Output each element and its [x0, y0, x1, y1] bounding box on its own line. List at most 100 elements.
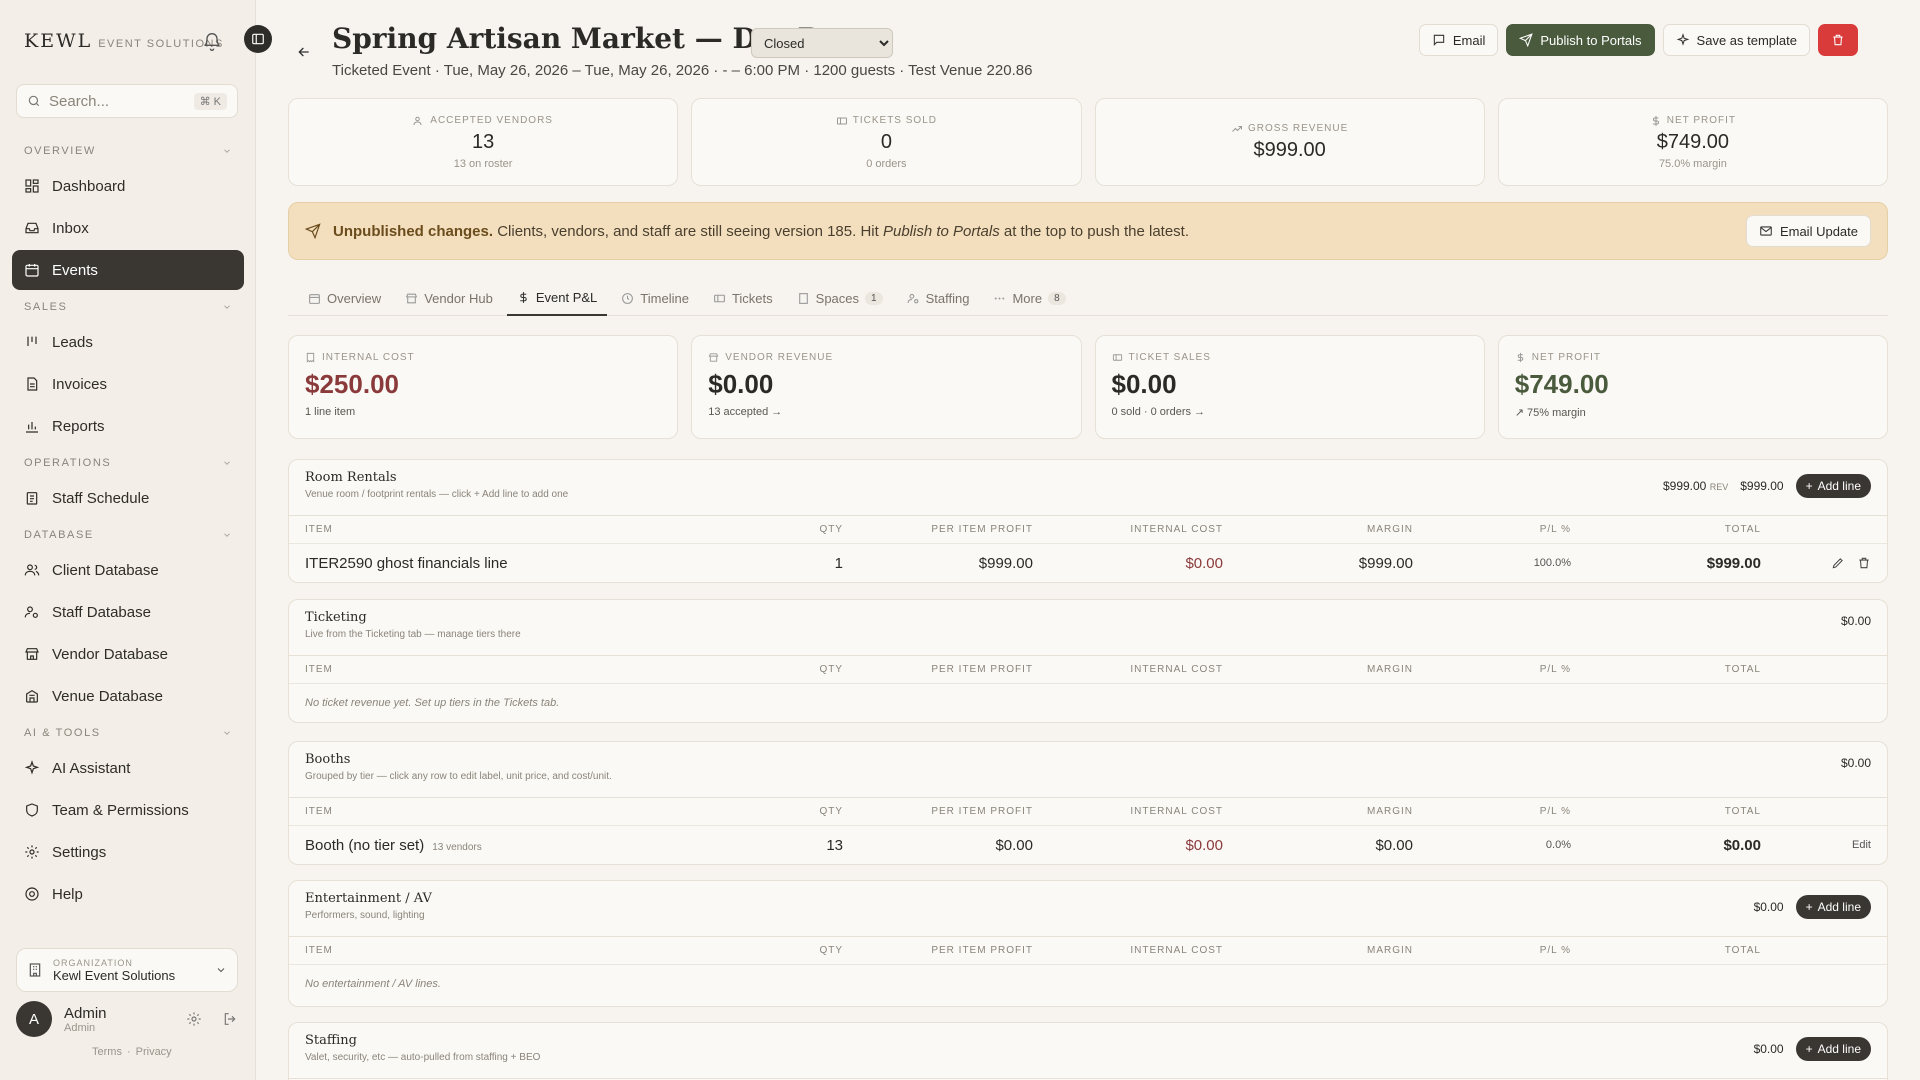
tab-label: Vendor Hub: [424, 290, 493, 306]
email-button[interactable]: Email: [1418, 24, 1499, 56]
save-template-button[interactable]: Save as template: [1662, 24, 1810, 56]
nav-section-overview[interactable]: OVERVIEW: [12, 140, 244, 162]
status-select[interactable]: Closed: [751, 28, 893, 58]
organization-label: ORGANIZATION: [53, 957, 133, 968]
bell-icon[interactable]: [202, 32, 222, 52]
banner-bold: Unpublished changes.: [333, 222, 494, 240]
row-item: Booth (no tier set): [305, 836, 425, 854]
search-box[interactable]: ⌘ K: [16, 84, 238, 118]
fin-ticket-sales: TICKET SALES $0.00 0 sold · 0 orders →: [1094, 335, 1485, 439]
section-total: $0.00: [1840, 614, 1871, 628]
trash-icon[interactable]: [1857, 556, 1871, 570]
delete-button[interactable]: [1818, 24, 1858, 56]
sidebar-item-reports[interactable]: Reports: [12, 406, 244, 446]
edit-link[interactable]: Edit: [1852, 839, 1871, 851]
send-icon: [1519, 33, 1534, 47]
col-per-item-profit: PER ITEM PROFIT: [931, 945, 1033, 956]
tab-more[interactable]: More 8: [983, 280, 1075, 316]
sidebar-item-inbox[interactable]: Inbox: [12, 208, 244, 248]
tab-timeline[interactable]: Timeline: [611, 280, 699, 316]
sidebar-item-settings[interactable]: Settings: [12, 832, 244, 872]
tab-spaces[interactable]: Spaces 1: [787, 280, 893, 316]
sidebar-item-client-database[interactable]: Client Database: [12, 550, 244, 590]
privacy-link[interactable]: Privacy: [136, 1046, 172, 1058]
add-line-button[interactable]: + Add line: [1795, 474, 1871, 498]
table-row[interactable]: ITER2590 ghost financials line 1 $999.00…: [289, 544, 1887, 582]
section-room-rentals: Room Rentals Venue room / footprint rent…: [288, 459, 1888, 583]
sidebar-item-staff-database[interactable]: Staff Database: [12, 592, 244, 632]
fin-vendor-revenue: VENDOR REVENUE $0.00 13 accepted →: [691, 335, 1082, 439]
email-update-button[interactable]: Email Update: [1745, 215, 1871, 247]
section-title: Ticketing: [305, 610, 367, 625]
nav-section-sales[interactable]: SALES: [12, 296, 244, 318]
tab-staffing[interactable]: Staffing: [897, 280, 980, 316]
organization-switcher[interactable]: ORGANIZATION Kewl Event Solutions: [16, 948, 238, 992]
col-internal-cost: INTERNAL COST: [1130, 945, 1223, 956]
kpi-value: 0: [880, 130, 892, 153]
fin-sub: ↗ 75% margin: [1514, 407, 1586, 419]
section-ticketing: Ticketing Live from the Ticketing tab — …: [288, 599, 1888, 723]
empty-state: No ticket revenue yet. Set up tiers in t…: [305, 697, 560, 709]
sidebar-toggle-button[interactable]: [244, 25, 272, 53]
col-item: ITEM: [305, 664, 333, 675]
sidebar-item-label: Help: [52, 885, 83, 903]
tab-event-pl[interactable]: Event P&L: [506, 280, 608, 316]
tab-overview[interactable]: Overview: [298, 280, 391, 316]
panel-icon: [251, 32, 265, 46]
sidebar-item-leads[interactable]: Leads: [12, 322, 244, 362]
add-line-button[interactable]: + Add line: [1795, 1037, 1871, 1061]
table-row[interactable]: Booth (no tier set) 13 vendors 13 $0.00 $…: [289, 826, 1887, 864]
sidebar-item-venue-database[interactable]: Venue Database: [12, 676, 244, 716]
section-title: Booths: [305, 752, 351, 767]
row-margin: $0.00: [1375, 836, 1413, 854]
sidebar-item-help[interactable]: Help: [12, 874, 244, 914]
ticket-sales-link[interactable]: 0 sold · 0 orders →: [1112, 406, 1468, 418]
shield-icon: [24, 802, 40, 818]
row-item: ITER2590 ghost financials line: [305, 554, 508, 572]
add-line-button[interactable]: + Add line: [1795, 895, 1871, 919]
user-cog-icon: [907, 292, 920, 305]
col-item: ITEM: [305, 806, 333, 817]
arrow-left-icon[interactable]: [296, 44, 312, 60]
kpi-value: $999.00: [1253, 138, 1326, 161]
publish-button[interactable]: Publish to Portals: [1506, 24, 1655, 56]
kpi-row: ACCEPTED VENDORS 13 13 on roster TICKETS…: [288, 98, 1888, 186]
legal-links: Terms · Privacy: [92, 1046, 172, 1058]
sidebar-item-dashboard[interactable]: Dashboard: [12, 166, 244, 206]
sidebar-item-events[interactable]: Events: [12, 250, 244, 290]
tab-vendor-hub[interactable]: Vendor Hub: [395, 280, 503, 316]
fin-label: NET PROFIT: [1531, 352, 1602, 363]
sidebar-item-team-permissions[interactable]: Team & Permissions: [12, 790, 244, 830]
section-label: DATABASE: [24, 529, 94, 541]
tab-label: Timeline: [640, 290, 689, 306]
add-line-label: Add line: [1817, 1042, 1861, 1056]
nav-section-operations[interactable]: OPERATIONS: [12, 452, 244, 474]
brand-logo[interactable]: KEWL EVENT SOLUTIONS: [24, 30, 224, 52]
col-internal-cost: INTERNAL COST: [1130, 524, 1223, 535]
sidebar: KEWL EVENT SOLUTIONS ⌘ K OVERVIEW Dashbo…: [0, 0, 256, 1080]
row-internal-cost: $0.00: [1185, 836, 1223, 854]
fin-internal-cost: INTERNAL COST $250.00 1 line item: [288, 335, 679, 439]
vendor-accepted-link[interactable]: 13 accepted →: [708, 406, 1064, 418]
nav-section-database[interactable]: DATABASE: [12, 524, 244, 546]
receipt-icon: [305, 352, 316, 363]
sidebar-item-invoices[interactable]: Invoices: [12, 364, 244, 404]
empty-state: No entertainment / AV lines.: [305, 978, 441, 990]
pencil-icon[interactable]: [1831, 556, 1845, 570]
sidebar-item-ai-assistant[interactable]: AI Assistant: [12, 748, 244, 788]
logout-icon[interactable]: [222, 1011, 238, 1027]
tab-tickets[interactable]: Tickets: [703, 280, 783, 316]
kpi-label: NET PROFIT: [1666, 115, 1736, 126]
financial-summary: INTERNAL COST $250.00 1 line item VENDOR…: [288, 335, 1888, 439]
gear-icon[interactable]: [186, 1011, 202, 1027]
nav-section-ai-tools[interactable]: AI & TOOLS: [12, 722, 244, 744]
section-total: $0.00: [1753, 1042, 1784, 1056]
avatar[interactable]: A: [16, 1001, 52, 1037]
col-pl: P/L %: [1539, 524, 1571, 535]
unpublished-banner: Unpublished changes. Clients, vendors, a…: [288, 202, 1888, 260]
col-internal-cost: INTERNAL COST: [1130, 664, 1223, 675]
terms-link[interactable]: Terms: [92, 1046, 122, 1058]
search-input[interactable]: [49, 92, 179, 110]
sidebar-item-vendor-database[interactable]: Vendor Database: [12, 634, 244, 674]
sidebar-item-staff-schedule[interactable]: Staff Schedule: [12, 478, 244, 518]
